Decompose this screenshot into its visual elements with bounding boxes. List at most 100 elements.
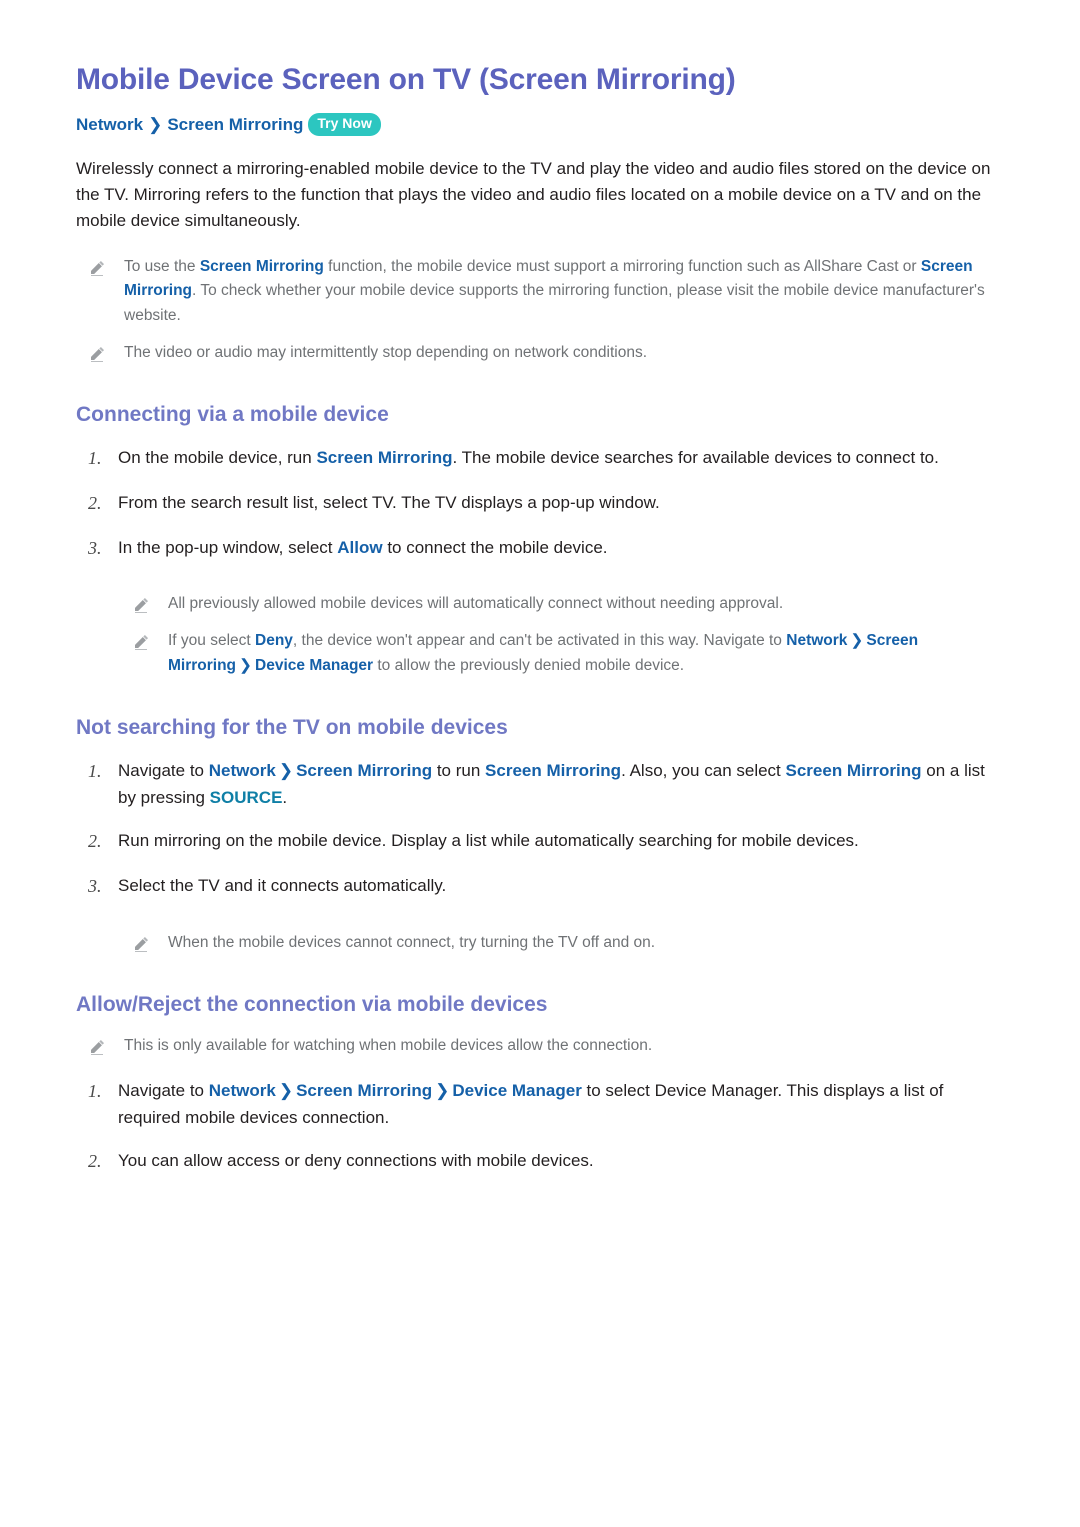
step-number: 2. (88, 831, 102, 852)
step-item: 1. Navigate to Network ❯ Screen Mirroring t… (76, 757, 1008, 811)
inline-link[interactable]: Device Manager (452, 1081, 581, 1100)
text-run: The video or audio may intermittently st… (124, 343, 647, 361)
section-heading: Allow/Reject the connection via mobile d… (76, 992, 548, 1016)
text-run: to allow the previously denied mobile de… (373, 656, 685, 674)
text-run: . Also, you can select (621, 761, 786, 780)
document-page: Mobile Device Screen on TV (Screen Mirro… (0, 0, 1080, 1527)
text-run: Run mirroring on the mobile device. Disp… (118, 831, 859, 851)
note-text: If you select Deny, the device won't app… (168, 629, 1008, 679)
step-number: 2. (88, 1151, 102, 1172)
pencil-icon (88, 1038, 110, 1056)
step-number: 1. (88, 1080, 102, 1101)
inline-link[interactable]: Screen Mirroring (296, 761, 432, 780)
breadcrumb-item-network[interactable]: Network (76, 115, 143, 134)
inline-link[interactable]: Screen Mirroring (485, 761, 621, 780)
pencil-icon (88, 345, 110, 363)
note-item: When the mobile devices cannot connect, … (76, 931, 1008, 956)
step-number: 1. (88, 761, 102, 781)
chevron-right-icon: ❯ (239, 656, 253, 674)
inline-link[interactable]: Deny (255, 632, 293, 649)
note-item: To use the Screen Mirroring function, th… (76, 255, 1008, 329)
inline-link[interactable]: Screen Mirroring (316, 448, 452, 467)
step-text: Navigate to Network ❯ Screen Mirroring ❯ Dev… (118, 1077, 998, 1131)
text-run: To use the (124, 257, 200, 275)
text-run: to run (432, 761, 486, 780)
step-item: 2. You can allow access or deny connectio… (76, 1147, 1008, 1176)
pencil-icon (88, 259, 110, 277)
intro-paragraph: Wirelessly connect a mirroring-enabled m… (76, 158, 991, 231)
inline-link[interactable]: Network (209, 761, 276, 780)
step-item: 1. On the mobile device, run Screen Mirro… (76, 444, 1008, 473)
step-text: You can allow access or deny connections… (118, 1147, 594, 1174)
text-run: . The mobile device searches for availab… (452, 447, 939, 467)
step-item: 2. From the search result list, select TV… (76, 489, 1008, 518)
breadcrumb-item-screen-mirroring[interactable]: Screen Mirroring (167, 115, 303, 134)
text-run: All previously allowed mobile devices wi… (168, 595, 784, 613)
step-text: Navigate to Network ❯ Screen Mirroring to … (118, 757, 998, 811)
text-run: This is only available for watching when… (124, 1037, 653, 1055)
chevron-right-icon: ❯ (850, 632, 864, 650)
text-run: . (282, 788, 288, 808)
text-run: Navigate to (118, 761, 209, 780)
text-run: function, the mobile device must support… (323, 257, 921, 275)
note-text: All previously allowed mobile devices wi… (168, 592, 783, 617)
step-number: 3. (88, 537, 102, 558)
note-text: To use the Screen Mirroring function, th… (124, 255, 1008, 329)
breadcrumb: Network ❯ Screen Mirroring Try Now (76, 113, 1008, 138)
try-now-badge[interactable]: Try Now (308, 113, 381, 136)
step-item: 3. Select the TV and it connects automati… (76, 872, 1008, 901)
note-item: All previously allowed mobile devices wi… (76, 592, 1008, 617)
inline-link[interactable]: Network (209, 1081, 276, 1100)
step-text: Run mirroring on the mobile device. Disp… (118, 827, 859, 854)
note-item: The video or audio may intermittently st… (76, 341, 1008, 366)
step-item: 3. In the pop-up window, select Allow to … (76, 534, 1008, 563)
text-run: to connect the mobile device. (382, 537, 608, 557)
text-run: You can allow access or deny connections… (118, 1151, 594, 1171)
doc-section: Not searching for the TV on mobile devic… (76, 715, 1008, 956)
step-item: 2. Run mirroring on the mobile device. Di… (76, 827, 1008, 856)
step-number: 1. (88, 447, 102, 468)
inline-link[interactable]: Allow (337, 538, 382, 557)
inline-link[interactable]: Network (786, 632, 847, 649)
text-run: Select the TV and it connects automatica… (118, 876, 447, 896)
text-run: On the mobile device, run (118, 447, 317, 467)
steps-list: 1. Navigate to Network ❯ Screen Mirroring t… (76, 757, 1008, 901)
note-text: This is only available for watching when… (124, 1034, 652, 1059)
text-run: . To check whether your mobile device su… (124, 282, 985, 325)
pencil-icon (132, 935, 154, 953)
inline-link[interactable]: Screen Mirroring (200, 258, 324, 275)
doc-section: Connecting via a mobile device 1. On the m… (76, 402, 1008, 679)
chevron-right-icon: ❯ (148, 115, 163, 134)
doc-section: Allow/Reject the connection via mobile d… (76, 992, 1008, 1176)
text-run: In the pop-up window, select (118, 537, 338, 557)
step-text: From the search result list, select TV. … (118, 489, 660, 516)
intro-notes-list: To use the Screen Mirroring function, th… (76, 255, 1008, 366)
step-number: 2. (88, 492, 102, 513)
chevron-right-icon: ❯ (435, 1080, 450, 1100)
steps-list: 1. Navigate to Network ❯ Screen Mirroring ❯ D… (76, 1077, 1008, 1176)
note-item: This is only available for watching when… (76, 1034, 1008, 1059)
pencil-icon (132, 633, 154, 651)
inline-link[interactable]: Screen Mirroring (786, 761, 922, 780)
step-item: 1. Navigate to Network ❯ Screen Mirroring ❯ D… (76, 1077, 1008, 1131)
text-run: , the device won't appear and can't be a… (292, 632, 787, 650)
text-run: If you select (168, 632, 256, 650)
note-item: If you select Deny, the device won't app… (76, 629, 1008, 679)
chevron-right-icon: ❯ (278, 761, 294, 780)
sections-container: Connecting via a mobile device 1. On the m… (76, 402, 1008, 1176)
inline-key-link[interactable]: SOURCE (210, 788, 283, 807)
step-text: Select the TV and it connects automatica… (118, 872, 446, 899)
pencil-icon (132, 596, 154, 614)
note-text: The video or audio may intermittently st… (124, 341, 647, 366)
step-text: In the pop-up window, select Allow to co… (118, 534, 608, 561)
chevron-right-icon: ❯ (278, 1080, 294, 1100)
step-number: 3. (88, 876, 102, 897)
inline-link[interactable]: Screen Mirroring (296, 1081, 432, 1100)
inline-link[interactable]: Device Manager (255, 657, 373, 674)
steps-list: 1. On the mobile device, run Screen Mirro… (76, 444, 1008, 562)
step-text: On the mobile device, run Screen Mirrori… (118, 444, 939, 471)
text-run: When the mobile devices cannot connect, … (168, 933, 656, 951)
note-text: When the mobile devices cannot connect, … (168, 931, 655, 956)
